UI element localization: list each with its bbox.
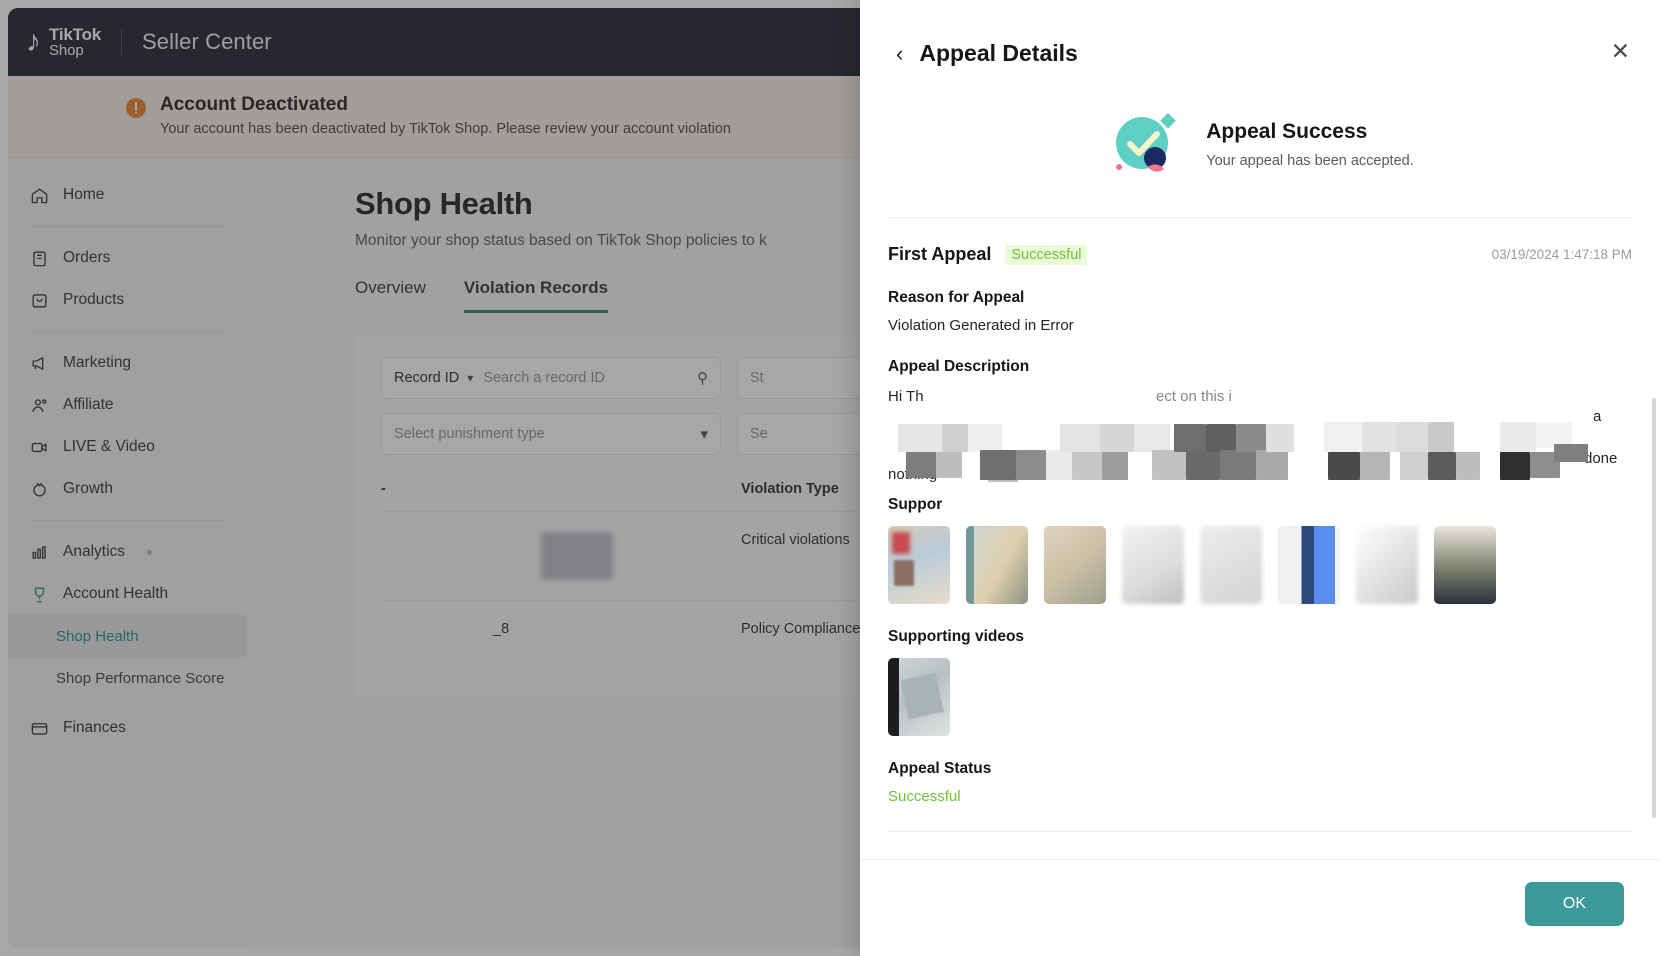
close-icon[interactable]: ✕ bbox=[1611, 40, 1630, 63]
attachment-thumbnail[interactable] bbox=[1434, 526, 1496, 604]
attachment-thumbnail[interactable] bbox=[1044, 526, 1106, 604]
description-fragment-a: a bbox=[1593, 408, 1602, 425]
back-chevron-icon[interactable]: ‹ bbox=[896, 42, 903, 65]
video-thumbnail[interactable] bbox=[888, 658, 950, 736]
first-appeal-section-header: First Appeal Successful 03/19/2024 1:47:… bbox=[888, 218, 1632, 265]
description-label: Appeal Description bbox=[888, 358, 1030, 375]
description-fragment-mid: ect on this i bbox=[1156, 388, 1232, 405]
supporting-materials-thumbs bbox=[888, 526, 1632, 604]
description-fragment-done: done bbox=[1584, 450, 1618, 467]
appeal-details-drawer: ‹ Appeal Details ✕ Appeal Success Your a… bbox=[860, 0, 1660, 956]
supporting-videos-thumbs bbox=[888, 658, 1632, 736]
appeal-description-redacted: Hi Th ect on this i a done nothing bbox=[888, 386, 1632, 482]
reason-value: Violation Generated in Error bbox=[888, 317, 1074, 334]
screen-root: ♪ TikTok Shop Seller Center Se Account D… bbox=[0, 0, 1660, 956]
hero-subtitle: Your appeal has been accepted. bbox=[1206, 152, 1414, 169]
description-fragment-start: Hi Th bbox=[888, 388, 924, 405]
appeal-success-hero: Appeal Success Your appeal has been acce… bbox=[896, 67, 1624, 217]
attachment-thumbnail[interactable] bbox=[966, 526, 1028, 604]
supporting-materials-label: Suppor bbox=[888, 496, 943, 513]
drawer-title: Appeal Details bbox=[919, 40, 1078, 66]
section-divider bbox=[888, 831, 1632, 832]
section-name: First Appeal bbox=[888, 244, 992, 264]
drawer-scrollbar[interactable] bbox=[1652, 398, 1656, 818]
drawer-body: First Appeal Successful 03/19/2024 1:47:… bbox=[860, 218, 1660, 859]
attachment-thumbnail[interactable] bbox=[1122, 526, 1184, 604]
attachment-thumbnail[interactable] bbox=[1356, 526, 1418, 604]
appeal-status-label: Appeal Status bbox=[888, 760, 992, 777]
status-badge: Successful bbox=[1005, 244, 1088, 265]
attachment-thumbnail[interactable] bbox=[1200, 526, 1262, 604]
drawer-footer: OK bbox=[860, 859, 1660, 956]
attachment-thumbnail[interactable] bbox=[888, 526, 950, 604]
attachment-thumbnail[interactable] bbox=[1278, 526, 1340, 604]
success-check-icon bbox=[1116, 112, 1177, 172]
drawer-header: ‹ Appeal Details ✕ Appeal Success Your a… bbox=[860, 0, 1660, 217]
section-timestamp: 03/19/2024 1:47:18 PM bbox=[1491, 247, 1632, 262]
supporting-videos-label: Supporting videos bbox=[888, 628, 1025, 645]
reason-label: Reason for Appeal bbox=[888, 289, 1025, 306]
hero-title: Appeal Success bbox=[1206, 119, 1368, 143]
ok-button[interactable]: OK bbox=[1524, 882, 1624, 926]
appeal-status-value: Successful bbox=[888, 788, 961, 805]
